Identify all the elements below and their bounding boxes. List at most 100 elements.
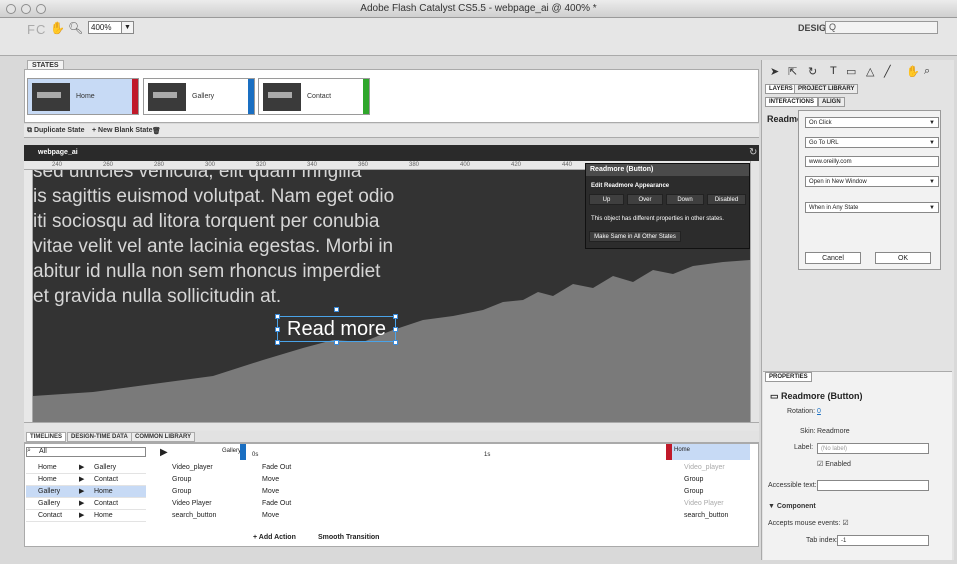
action-row[interactable]: Move xyxy=(262,486,664,498)
condition-select[interactable]: When in Any State ▼ xyxy=(805,202,939,213)
ok-button[interactable]: OK xyxy=(875,252,931,264)
layer-row[interactable]: search_button xyxy=(160,510,248,522)
hand-tool-icon[interactable]: ✋ xyxy=(50,21,65,35)
state-up-button[interactable]: Up xyxy=(589,194,624,205)
ruler-tick: 360 xyxy=(358,162,369,168)
new-blank-state-button[interactable]: + New Blank State xyxy=(92,127,153,134)
hud-subtitle: Edit Readmore Appearance xyxy=(591,183,670,189)
ruler-tick: 380 xyxy=(409,162,420,168)
action-row[interactable]: Fade Out xyxy=(262,498,664,510)
window-target-select[interactable]: Open in New Window ▼ xyxy=(805,176,939,187)
zoom-tool-icon[interactable]: ⌕ xyxy=(924,65,930,78)
play-icon[interactable]: ▶ xyxy=(160,447,168,458)
layer-row[interactable]: Group xyxy=(160,486,248,498)
canvas-vertical-scrollbar[interactable] xyxy=(750,161,759,426)
tab-align[interactable]: ALIGN xyxy=(818,97,845,107)
ruler-tick: 340 xyxy=(307,162,318,168)
transition-row[interactable]: Home ▶ Contact xyxy=(26,474,146,486)
rotation-label: Rotation: xyxy=(787,408,816,415)
zoom-level-field[interactable]: 400% xyxy=(88,21,122,34)
triangle-tool-icon[interactable]: △ xyxy=(866,65,874,78)
interaction-dialog xyxy=(798,110,941,270)
transition-row[interactable]: Gallery ▶ Contact xyxy=(26,498,146,510)
help-search-input[interactable]: Q xyxy=(825,21,938,34)
hand-tool-icon[interactable]: ✋ xyxy=(906,65,920,78)
artboard-title: webpage_ai xyxy=(38,149,78,156)
add-action-button[interactable]: + Add Action xyxy=(253,534,296,541)
tab-properties[interactable]: PROPERTIES xyxy=(765,372,812,382)
state-contact[interactable]: Contact xyxy=(258,78,370,115)
layer-row[interactable]: search_button xyxy=(672,510,750,522)
layer-row[interactable]: Video_player xyxy=(672,462,750,474)
resize-handle[interactable] xyxy=(334,340,339,345)
action-select[interactable]: Go To URL ▼ xyxy=(805,137,939,148)
transition-row[interactable]: Home ▶ Gallery xyxy=(26,462,146,474)
layer-row[interactable]: Group xyxy=(672,486,750,498)
layer-row[interactable]: Video Player xyxy=(160,498,248,510)
component-section[interactable]: ▼ Component xyxy=(768,503,816,510)
hud-title: Readmore (Button) xyxy=(586,164,749,176)
rectangle-tool-icon[interactable]: ▭ xyxy=(846,65,856,78)
ruler-tick: 280 xyxy=(154,162,165,168)
layer-row[interactable]: Video_player xyxy=(160,462,248,474)
text-tool-icon[interactable]: T xyxy=(830,65,837,77)
smooth-transition-button[interactable]: Smooth Transition xyxy=(318,534,379,541)
target-state-label: Gallery xyxy=(222,448,242,454)
layer-row[interactable]: Video Player xyxy=(672,498,750,510)
skin-value: Readmore xyxy=(817,428,850,435)
state-disabled-button[interactable]: Disabled xyxy=(707,194,746,205)
ruler-tick: 320 xyxy=(256,162,267,168)
resize-handle[interactable] xyxy=(393,340,398,345)
refresh-icon[interactable]: ↻ xyxy=(749,147,757,158)
zoom-tool-icon[interactable]: 🔍︎ xyxy=(68,21,83,35)
tab-index-input[interactable]: -1 xyxy=(837,535,929,546)
label-input[interactable]: (No label) xyxy=(817,443,929,454)
delete-state-icon[interactable]: 🗑 xyxy=(152,127,161,135)
zoom-dropdown-icon[interactable]: ▼ xyxy=(121,21,134,34)
rotation-value[interactable]: 0 xyxy=(817,408,821,415)
resize-handle[interactable] xyxy=(275,327,280,332)
ruler-tick: 240 xyxy=(52,162,63,168)
action-row[interactable]: Move xyxy=(262,510,664,522)
action-row[interactable]: Fade Out xyxy=(262,462,664,474)
canvas-horizontal-scrollbar[interactable] xyxy=(24,422,759,431)
accessible-text-input[interactable] xyxy=(817,480,929,491)
state-over-button[interactable]: Over xyxy=(627,194,663,205)
direct-select-icon[interactable]: ⇱ xyxy=(788,65,797,78)
state-gallery[interactable]: Gallery xyxy=(143,78,255,115)
tab-common-library[interactable]: COMMON LIBRARY xyxy=(131,432,196,442)
transition-filter[interactable]: All xyxy=(26,447,146,457)
tab-design-time-data[interactable]: DESIGN-TIME DATA xyxy=(67,432,132,442)
select-tool-icon[interactable]: ➤ xyxy=(770,65,779,78)
action-row[interactable]: Move xyxy=(262,474,664,486)
transition-row-selected[interactable]: Gallery ▶ Home xyxy=(26,486,146,498)
search-icon: ⌕ xyxy=(27,447,31,454)
right-state-header: Home xyxy=(666,444,750,460)
resize-handle[interactable] xyxy=(275,340,280,345)
resize-handle[interactable] xyxy=(393,327,398,332)
layer-row[interactable]: Group xyxy=(160,474,248,486)
tab-project-library[interactable]: PROJECT LIBRARY xyxy=(794,84,859,94)
right-layer-list: Video_player Group Group Video Player se… xyxy=(672,462,750,522)
resize-handle[interactable] xyxy=(393,314,398,319)
make-same-button[interactable]: Make Same in All Other States xyxy=(589,231,681,242)
resize-handle[interactable] xyxy=(275,314,280,319)
tab-timelines[interactable]: TIMELINES xyxy=(26,432,67,442)
layer-row[interactable]: Group xyxy=(672,474,750,486)
enabled-checkbox[interactable]: ☑ Enabled xyxy=(817,460,851,468)
event-select[interactable]: On Click ▼ xyxy=(805,117,939,128)
tab-layers[interactable]: LAYERS xyxy=(765,84,797,94)
duplicate-state-button[interactable]: ⧉ Duplicate State xyxy=(27,127,85,135)
readmore-button[interactable]: Read more xyxy=(277,316,396,342)
tab-interactions[interactable]: INTERACTIONS xyxy=(765,97,818,107)
hud-note: This object has different properties in … xyxy=(591,216,724,222)
cancel-button[interactable]: Cancel xyxy=(805,252,861,264)
transitions-list: Home ▶ Gallery Home ▶ Contact Gallery ▶ Home G… xyxy=(26,462,146,522)
transition-row[interactable]: Contact ▶ Home xyxy=(26,510,146,522)
resize-handle[interactable] xyxy=(334,307,339,312)
state-home[interactable]: Home xyxy=(27,78,139,115)
rotate-icon[interactable]: ↻ xyxy=(808,65,817,78)
url-input[interactable]: www.oreilly.com xyxy=(805,156,939,167)
line-tool-icon[interactable]: ╱ xyxy=(884,65,891,78)
state-down-button[interactable]: Down xyxy=(666,194,704,205)
